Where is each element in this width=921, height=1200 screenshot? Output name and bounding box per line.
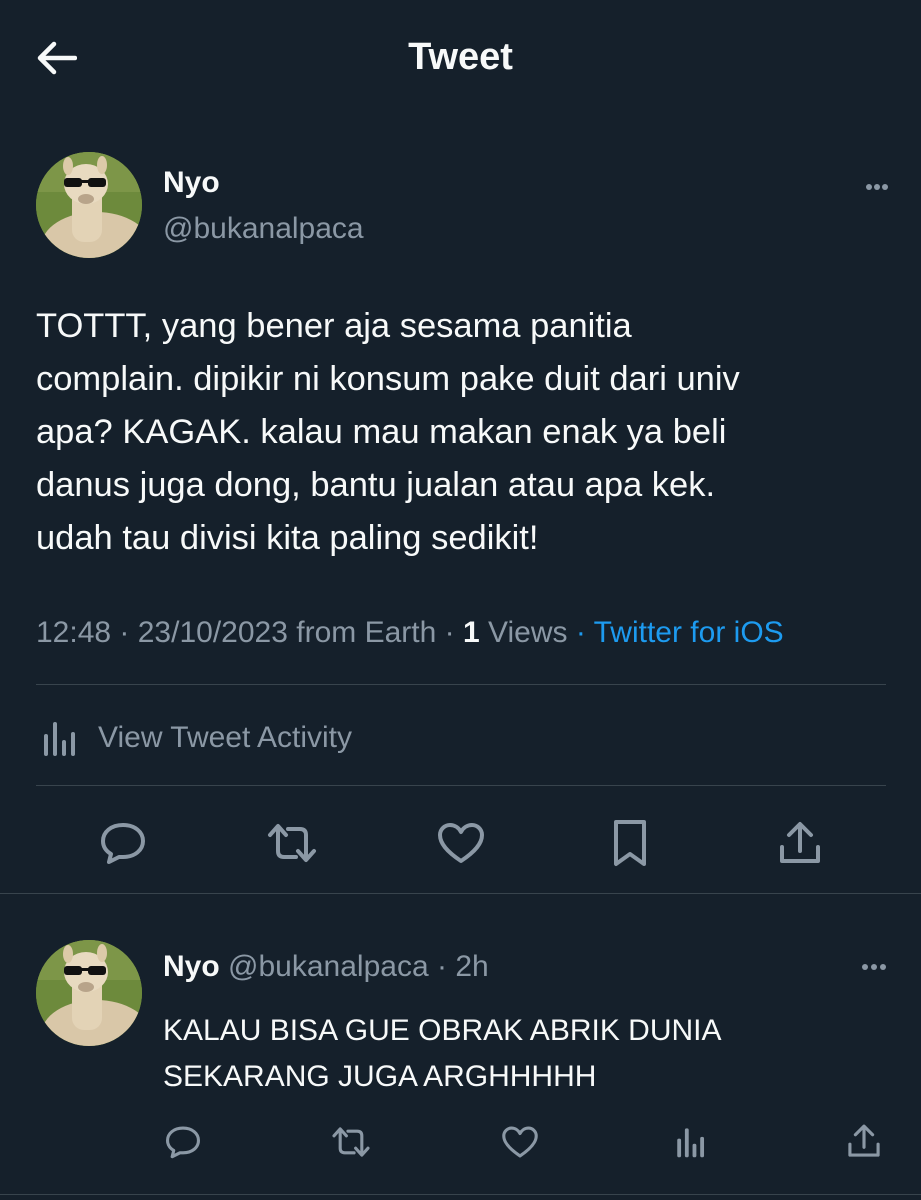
tweet-meta: 12:48 · 23/10/2023 from Earth · 1 Views … bbox=[36, 616, 784, 650]
reply-icon bbox=[166, 1126, 200, 1159]
tweet-time: 12:48 bbox=[36, 616, 112, 649]
reply-avatar[interactable] bbox=[36, 940, 142, 1046]
reply-text: KALAU BISA GUE OBRAK ABRIK DUNIA SEKARAN… bbox=[163, 1014, 722, 1093]
reply-time: 2h bbox=[455, 950, 489, 983]
separator: · bbox=[444, 616, 463, 649]
dot bbox=[862, 964, 868, 970]
separator: · bbox=[575, 616, 594, 649]
divider bbox=[0, 1194, 921, 1195]
share-button[interactable] bbox=[772, 816, 828, 870]
retweet-button[interactable] bbox=[264, 818, 320, 868]
separator: · bbox=[119, 616, 138, 649]
divider bbox=[0, 893, 921, 894]
dot bbox=[874, 184, 880, 190]
reply-more-options-button[interactable] bbox=[862, 957, 886, 977]
reply-header: Nyo @bukanalpaca · 2h bbox=[163, 950, 489, 984]
author-handle[interactable]: @bukanalpaca bbox=[163, 212, 364, 246]
tweet-detail-screen: Tweet Nyo @bukanalpaca TOTTT, yang bener… bbox=[0, 0, 921, 1200]
separator: · bbox=[436, 950, 456, 983]
share-icon bbox=[780, 822, 820, 863]
analytics-icon bbox=[677, 1128, 705, 1158]
divider bbox=[36, 684, 886, 685]
dot bbox=[882, 184, 888, 190]
activity-label: View Tweet Activity bbox=[98, 721, 353, 754]
views-count: 1 bbox=[462, 616, 480, 649]
divider bbox=[36, 785, 886, 786]
top-bar: Tweet bbox=[0, 0, 921, 118]
analytics-icon bbox=[44, 722, 75, 756]
reply-author-name[interactable]: Nyo bbox=[163, 950, 220, 983]
reply-like-button[interactable] bbox=[497, 1122, 543, 1162]
tweet-location: from Earth bbox=[296, 616, 437, 649]
reply-button[interactable] bbox=[95, 818, 151, 868]
page-title: Tweet bbox=[408, 36, 513, 78]
reply-analytics-button[interactable] bbox=[667, 1122, 713, 1162]
alpaca-avatar-icon bbox=[36, 940, 142, 1046]
reply-share-button[interactable] bbox=[841, 1120, 887, 1162]
tweet-text: TOTTT, yang bener aja sesama panitia com… bbox=[36, 307, 740, 557]
author-name[interactable]: Nyo bbox=[163, 166, 220, 200]
view-tweet-activity-button[interactable]: View Tweet Activity bbox=[36, 700, 886, 776]
tweet-date: 23/10/2023 bbox=[137, 616, 288, 649]
tweet-source-link[interactable]: Twitter for iOS bbox=[594, 616, 784, 649]
like-icon bbox=[502, 1126, 538, 1158]
retweet-icon bbox=[332, 1127, 370, 1157]
reply-reply-button[interactable] bbox=[160, 1122, 206, 1162]
like-icon bbox=[438, 823, 484, 863]
dot bbox=[866, 184, 872, 190]
avatar[interactable] bbox=[36, 152, 142, 258]
bookmark-icon bbox=[614, 820, 646, 866]
reply-author-handle[interactable]: @bukanalpaca bbox=[228, 950, 429, 983]
dot bbox=[871, 964, 877, 970]
more-options-button[interactable] bbox=[866, 177, 888, 197]
dot bbox=[880, 964, 886, 970]
reply-retweet-button[interactable] bbox=[328, 1122, 374, 1162]
retweet-icon bbox=[268, 824, 316, 862]
views-label: Views bbox=[488, 616, 568, 649]
reply-icon bbox=[101, 823, 145, 864]
like-button[interactable] bbox=[433, 818, 489, 868]
alpaca-avatar-icon bbox=[36, 152, 142, 258]
share-icon bbox=[848, 1124, 880, 1157]
bookmark-button[interactable] bbox=[602, 816, 658, 870]
